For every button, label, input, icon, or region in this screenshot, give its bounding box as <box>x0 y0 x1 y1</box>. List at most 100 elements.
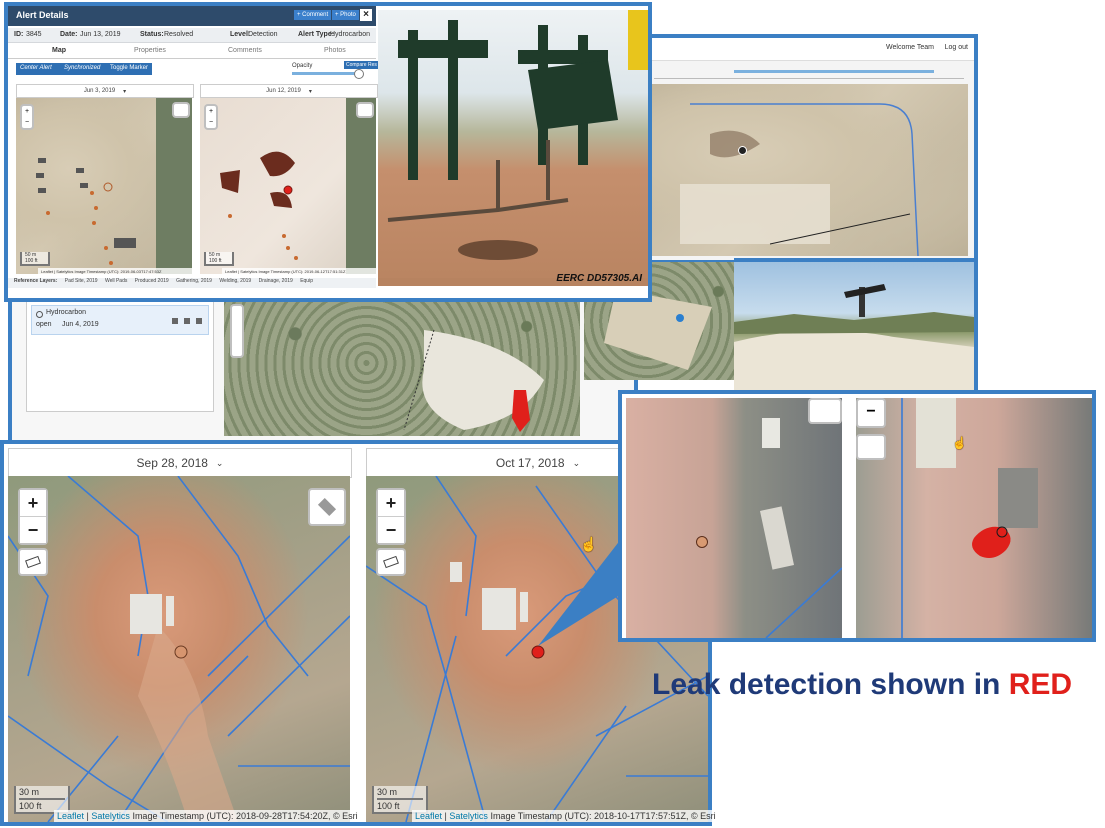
map-pin-icon[interactable] <box>738 146 747 155</box>
zoom-in-button[interactable]: + <box>378 490 404 517</box>
leak-overlay-right <box>220 151 298 260</box>
status-value[interactable]: Resolved <box>164 31 193 38</box>
list-item-date: Jun 4, 2019 <box>62 321 99 328</box>
trash-icon[interactable] <box>184 318 190 324</box>
map-toolbar: Center Alert Synchronized Toggle Marker <box>16 63 152 75</box>
center-alert-button[interactable]: Center Alert <box>20 65 52 71</box>
zoom-inset-right[interactable]: − ☝ <box>856 398 1092 638</box>
welcome-text: Welcome Team <box>886 44 934 51</box>
middle-map[interactable] <box>224 290 580 436</box>
back-header: Welcome Team Log out <box>644 38 974 61</box>
alert-map-left[interactable]: + − 50 m 100 ft <box>16 98 192 274</box>
middle-map-overlay <box>403 329 544 432</box>
back-map-overlay <box>680 103 919 256</box>
synchronized-toggle[interactable]: Synchronized <box>64 65 100 71</box>
satelytics-link[interactable]: Satelytics <box>91 811 130 821</box>
location-pin-icon[interactable] <box>676 314 684 322</box>
attr-separator: | <box>444 811 447 821</box>
eye-icon[interactable] <box>196 318 202 324</box>
zoom-control-bottom-left: + − <box>18 488 48 545</box>
layers-icon[interactable] <box>308 488 346 526</box>
level-value: Detection <box>248 31 278 38</box>
logout-link[interactable]: Log out <box>945 44 968 51</box>
alert-list: Hydrocarbon open Jun 4, 2019 <box>26 300 214 412</box>
ref-layer-item[interactable]: Drainage, 2019 <box>259 278 293 284</box>
ref-layer-item[interactable]: Well Pads <box>105 278 127 284</box>
scale-right-ft: 100 ft <box>209 258 222 264</box>
add-comment-button[interactable]: + Comment <box>294 10 332 20</box>
zoom-out-button[interactable]: − <box>20 517 46 543</box>
alert-list-item[interactable]: Hydrocarbon open Jun 4, 2019 <box>31 305 209 335</box>
opacity-label: Opacity <box>292 63 313 69</box>
leak-caption: Leak detection shown in RED <box>652 668 1072 702</box>
compare-button[interactable]: Compare Res <box>344 61 379 69</box>
attr-timestamp: Image Timestamp (UTC): 2018-09-28T17:54:… <box>132 811 358 821</box>
left-pipeline-overlay <box>8 476 350 822</box>
timeline-bar[interactable] <box>654 66 964 79</box>
zoom-inset-divider <box>842 398 856 638</box>
left-date: Sep 28, 2018 <box>136 456 208 470</box>
satelytics-link[interactable]: Satelytics <box>449 811 488 821</box>
toggle-marker-button[interactable]: Toggle Marker <box>110 65 148 71</box>
mini-zoom-control[interactable] <box>230 304 244 358</box>
alert-title-bar: Alert Details + Comment + Photo × <box>8 6 376 26</box>
tab-photos[interactable]: Photos <box>324 47 346 54</box>
caption-accent: RED <box>1008 668 1073 701</box>
caption-main: Leak detection shown in <box>652 668 1009 701</box>
opacity-slider-handle[interactable] <box>354 69 364 79</box>
ref-layer-item[interactable]: Pad Site, 2019 <box>65 278 98 284</box>
left-map[interactable]: + − 30 m 100 ft <box>8 476 350 822</box>
ref-layer-item[interactable]: Gathering, 2019 <box>176 278 212 284</box>
layers-icon[interactable] <box>808 398 842 424</box>
draw-rectangle-icon[interactable] <box>856 434 886 460</box>
draw-rectangle-icon[interactable] <box>376 548 406 576</box>
photo-caption: EERC DD57305.AI <box>556 273 642 284</box>
reference-layers-bar: Reference Layers: Pad Site, 2019 Well Pa… <box>8 278 376 288</box>
zoom-out-control[interactable]: − <box>856 398 886 428</box>
map-right-date-header[interactable]: Jun 12, 2019 ▾ <box>200 84 378 98</box>
zoom-out-button[interactable]: − <box>378 517 404 543</box>
middle-window: Hydrocarbon open Jun 4, 2019 <box>8 262 742 450</box>
draw-rectangle-icon[interactable] <box>18 548 48 576</box>
alert-info-row: ID: 3845 Date: Jun 13, 2019 Status: Reso… <box>8 28 376 43</box>
timeline-track <box>734 70 934 73</box>
id-label: ID: <box>14 31 24 38</box>
edit-icon[interactable] <box>172 318 178 324</box>
id-value: 3845 <box>26 31 42 38</box>
map-left-date: Jun 3, 2019 <box>83 88 116 94</box>
zoom-inset: − ☝ <box>618 390 1096 642</box>
close-icon[interactable]: × <box>360 9 372 21</box>
right-date: Oct 17, 2018 <box>495 456 565 470</box>
type-value: Hydrocarbon <box>330 31 371 38</box>
add-photo-button[interactable]: + Photo <box>332 10 359 20</box>
ref-layer-item[interactable]: Welding, 2019 <box>219 278 251 284</box>
ref-layer-item[interactable]: Produced 2019 <box>135 278 169 284</box>
tab-map[interactable]: Map <box>52 47 66 54</box>
date-value: Jun 13, 2019 <box>80 31 121 38</box>
pumpjack-photo <box>734 262 974 390</box>
scale-bar-left: 50 m 100 ft <box>20 252 50 266</box>
opacity-slider[interactable] <box>292 69 364 79</box>
left-date-header[interactable]: Sep 28, 2018 ⌄ <box>8 448 352 478</box>
scale-left-ft: 100 ft <box>25 258 38 264</box>
hand-cursor-icon: ☝ <box>952 436 967 450</box>
tab-comments[interactable]: Comments <box>228 47 262 54</box>
map-right-date: Jun 12, 2019 <box>266 88 301 94</box>
zoom-right-leak <box>901 398 1011 638</box>
leaflet-link[interactable]: Leaflet <box>57 811 84 821</box>
attribution-left: Leaflet | Satelytics Image Timestamp (UT… <box>38 268 194 275</box>
alert-title: Alert Details <box>16 10 69 20</box>
zoom-left-pipeline <box>765 567 842 638</box>
zoom-inset-left[interactable] <box>626 398 842 638</box>
ref-layer-item[interactable]: Equip <box>300 278 313 284</box>
map-left-date-header[interactable]: Jun 3, 2019 ▾ <box>16 84 194 98</box>
tab-properties[interactable]: Properties <box>134 47 166 54</box>
scale-m: 30 m <box>377 787 398 797</box>
attribution-bottom-right: Leaflet | Satelytics Image Timestamp (UT… <box>412 810 719 822</box>
leaflet-link[interactable]: Leaflet <box>415 811 442 821</box>
zoom-in-button[interactable]: + <box>20 490 46 517</box>
back-satellite-map[interactable] <box>650 84 968 256</box>
type-label: Alert Type: <box>298 31 335 38</box>
attribution-right: Leaflet | Satelytics Image Timestamp (UT… <box>222 268 378 275</box>
alert-map-right[interactable]: + − 50 m 100 ft <box>200 98 376 274</box>
